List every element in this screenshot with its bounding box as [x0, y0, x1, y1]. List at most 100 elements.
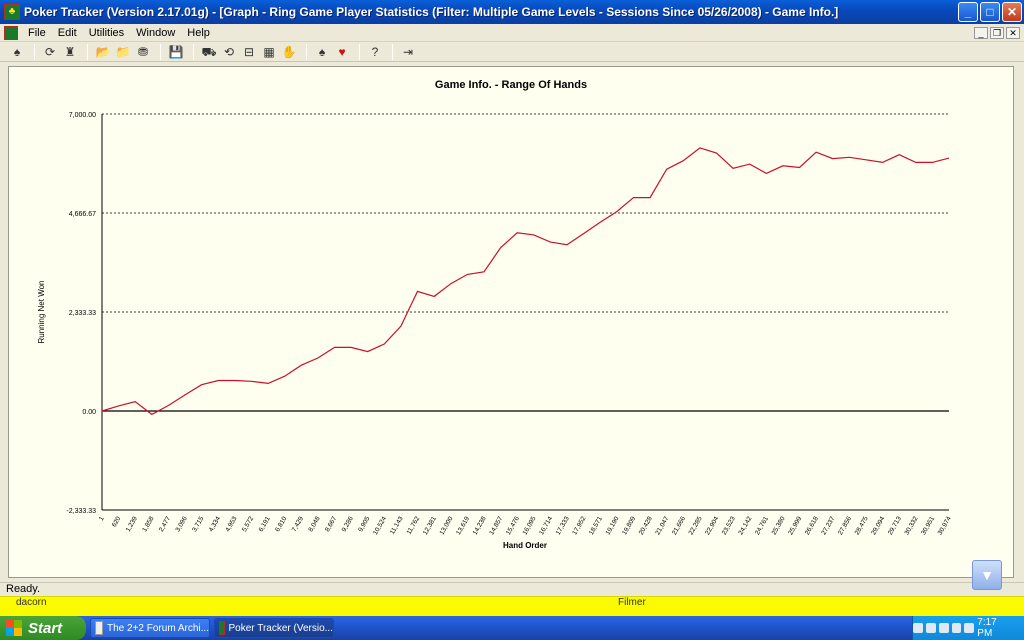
x-tick-label: 28,475 [854, 515, 870, 536]
player-name-left: dacorn [16, 597, 47, 608]
x-tick-label: 19,190 [605, 515, 621, 536]
start-button[interactable]: Start [0, 616, 86, 640]
help-icon[interactable]: ? [366, 44, 384, 60]
trophy-icon[interactable]: ♜ [61, 44, 79, 60]
toolbar-separator [193, 43, 194, 60]
x-tick-label: 6,191 [258, 515, 272, 533]
x-tick-label: 11,762 [406, 515, 422, 536]
x-tick-label: 27,237 [820, 515, 836, 536]
toolbar-separator [392, 43, 393, 60]
menu-bar: File Edit Utilities Window Help _ ❐ ✕ [0, 24, 1024, 42]
car-icon[interactable]: ⛟ [200, 44, 218, 60]
player-name-bar: dacorn Filmer [0, 596, 1024, 616]
x-tick-label: 17,333 [555, 515, 571, 536]
monitor-icon[interactable] [964, 623, 975, 633]
taskbar-item-label: The 2+2 Forum Archi... [107, 622, 209, 634]
maximize-button[interactable]: □ [980, 2, 1000, 22]
poker-tracker-app-icon[interactable]: ♣ [4, 4, 20, 20]
menu-window[interactable]: Window [130, 27, 181, 39]
mdi-controls: _ ❐ ✕ [974, 26, 1020, 39]
x-tick-label: 21,666 [671, 515, 687, 536]
heart-icon[interactable]: ♥ [333, 44, 351, 60]
menu-edit[interactable]: Edit [52, 27, 83, 39]
save-icon[interactable]: 💾 [167, 44, 185, 60]
y-tick-label: 7,000.00 [69, 112, 96, 119]
back-icon[interactable] [912, 623, 923, 633]
network-icon[interactable] [925, 623, 936, 633]
menu-file[interactable]: File [22, 27, 52, 39]
toolbar-separator [306, 43, 307, 60]
x-tick-label: 26,618 [804, 515, 820, 536]
chart-gridlines [102, 113, 949, 313]
taskbar-item-poker-tracker[interactable]: Poker Tracker (Versio... [214, 618, 334, 638]
sync-icon[interactable]: ⟲ [220, 44, 238, 60]
x-axis-label: Hand Order [503, 541, 547, 550]
export-icon[interactable]: ⊟ [240, 44, 258, 60]
x-tick-label: 25,999 [787, 515, 803, 536]
mdi-restore-button[interactable]: ❐ [990, 26, 1004, 39]
scroll-down-button[interactable]: ▼ [972, 560, 1002, 590]
document-icon[interactable] [4, 25, 18, 40]
x-tick-label: 15,476 [505, 515, 521, 536]
database-icon[interactable]: ⛃ [134, 44, 152, 60]
running-net-won-chart: Game Info. - Range Of Hands 7,000.00 4,66… [37, 79, 953, 550]
x-tick-label: 3,715 [191, 515, 205, 533]
x-tick-label: 8,667 [324, 515, 338, 533]
refresh-icon[interactable]: ⟳ [41, 44, 59, 60]
x-tick-label: 6,810 [274, 515, 288, 533]
open-folder-icon[interactable]: 📂 [94, 44, 112, 60]
chart-series [101, 147, 950, 416]
x-tick-label: 12,381 [422, 515, 438, 536]
hand-icon[interactable]: ✋ [280, 44, 298, 60]
x-tick-label: 14,857 [488, 515, 504, 536]
browser-icon [95, 621, 103, 635]
window-title: Poker Tracker (Version 2.17.01g) - [Grap… [24, 5, 839, 19]
x-tick-label: 21,047 [654, 515, 670, 536]
chart-title: Game Info. - Range Of Hands [435, 79, 587, 91]
status-bar: Ready. [0, 582, 1024, 596]
x-tick-label: 23,523 [721, 515, 737, 536]
menu-help[interactable]: Help [181, 27, 216, 39]
windows-logo-icon [6, 620, 22, 636]
speaker-icon[interactable] [951, 623, 962, 633]
panda-icon[interactable] [938, 623, 949, 633]
minimize-button[interactable]: _ [958, 2, 978, 22]
x-tick-label: 25,380 [771, 515, 787, 536]
taskbar: Start The 2+2 Forum Archi... Poker Track… [0, 616, 1024, 640]
status-text: Ready. [6, 583, 41, 595]
x-tick-label: 29,713 [887, 515, 903, 536]
x-tick-label: 29,094 [870, 515, 886, 536]
y-tick-label: 2,333.33 [69, 310, 96, 317]
title-bar[interactable]: ♣ Poker Tracker (Version 2.17.01g) - [Gr… [0, 0, 1024, 24]
y-tick-label: 4,666.67 [69, 211, 96, 218]
y-tick-label: 0.00 [82, 409, 96, 416]
mdi-close-button[interactable]: ✕ [1006, 26, 1020, 39]
taskbar-item-forum[interactable]: The 2+2 Forum Archi... [90, 618, 210, 638]
x-tick-label: 27,856 [837, 515, 853, 536]
x-tick-label: 9,286 [341, 515, 355, 533]
x-tick-label: 13,000 [438, 515, 454, 536]
toolbar-separator [34, 43, 35, 60]
x-tick-label: 9,905 [357, 515, 371, 533]
menu-utilities[interactable]: Utilities [83, 27, 130, 39]
exit-icon[interactable]: ⇥ [399, 44, 417, 60]
start-label: Start [28, 619, 63, 637]
x-tick-label: 620 [111, 515, 123, 528]
x-tick-label: 30,951 [920, 515, 936, 536]
x-tick-label: 10,524 [372, 515, 388, 536]
mdi-minimize-button[interactable]: _ [974, 26, 988, 39]
x-tick-label: 5,572 [241, 515, 255, 533]
close-button[interactable]: ✕ [1002, 2, 1022, 22]
spade-icon[interactable]: ♠ [313, 44, 331, 60]
x-tick-label: 24,142 [737, 515, 753, 536]
player-name-right: Filmer [618, 597, 646, 608]
grid-icon[interactable]: ▦ [260, 44, 278, 60]
x-tick-label: 22,904 [704, 515, 720, 536]
poker-tracker-icon [219, 621, 225, 635]
toolbar-separator [87, 43, 88, 60]
folder-icon[interactable]: 📁 [114, 44, 132, 60]
x-tick-label: 7,429 [291, 515, 305, 533]
x-tick-label: 1,858 [141, 515, 155, 533]
arrows-icon[interactable]: ♠ [8, 44, 26, 60]
graph-panel: Game Info. - Range Of Hands 7,000.00 4,66… [8, 66, 1014, 578]
